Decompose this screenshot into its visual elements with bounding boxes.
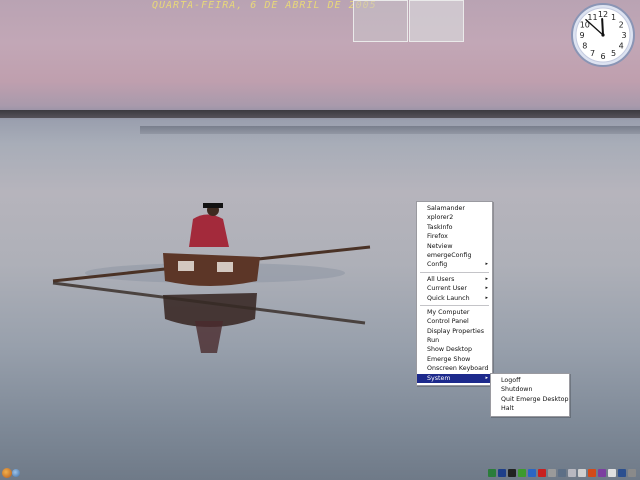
- submenu-arrow-icon: ▸: [485, 294, 488, 301]
- star-icon[interactable]: [578, 469, 586, 477]
- clock-numeral: 5: [611, 49, 616, 58]
- menu-item-quit-emerge-desktop[interactable]: Quit Emerge Desktop: [491, 395, 569, 404]
- menu-item-taskinfo[interactable]: TaskInfo: [417, 223, 492, 232]
- speaker-icon[interactable]: [608, 469, 616, 477]
- menu-item-label: Run: [427, 337, 440, 345]
- menu-item-label: Firefox: [427, 233, 448, 241]
- menu-item-firefox[interactable]: Firefox: [417, 232, 492, 241]
- menu-item-logoff[interactable]: Logoff: [491, 376, 569, 385]
- menu-item-quick-launch[interactable]: Quick Launch ▸: [417, 294, 492, 303]
- menu-item-label: Emerge Show: [427, 355, 471, 363]
- menu-item-salamander[interactable]: Salamander: [417, 204, 492, 213]
- stop-icon[interactable]: [538, 469, 546, 477]
- analog-clock: 12 1234567891011: [571, 3, 635, 67]
- network-icon[interactable]: [528, 469, 536, 477]
- menu-item-system[interactable]: System ▸: [417, 373, 492, 384]
- menu-separator: [420, 304, 489, 306]
- clock-numeral: 9: [579, 31, 584, 40]
- menu-item-netview[interactable]: Netview: [417, 242, 492, 251]
- menu-item-shutdown[interactable]: Shutdown: [491, 385, 569, 394]
- menu-item-label: My Computer: [427, 308, 470, 316]
- taskbar: [0, 466, 640, 480]
- globe-icon[interactable]: [498, 469, 506, 477]
- date-display: QUARTA-FEIRA, 6 DE ABRIL DE 2005: [152, 0, 377, 11]
- window-icon[interactable]: [618, 469, 626, 477]
- submenu-arrow-icon: ▸: [485, 374, 488, 381]
- menu-item-label: All Users: [427, 275, 455, 283]
- menu-item-display-properties[interactable]: Display Properties: [417, 327, 492, 336]
- system-submenu: Logoff Shutdown Quit Emerge Desktop Halt: [490, 373, 570, 417]
- system-tray: [488, 469, 636, 477]
- menu-item-onscreen-keyboard[interactable]: Onscreen Keyboard: [417, 364, 492, 373]
- monitor-icon[interactable]: [488, 469, 496, 477]
- rowboat-photo: [52, 203, 371, 353]
- start-icon[interactable]: [2, 468, 12, 478]
- menu-item-label: Netview: [427, 242, 453, 250]
- menu-item-config[interactable]: Config ▸: [417, 260, 492, 269]
- menu-item-current-user[interactable]: Current User ▸: [417, 284, 492, 293]
- menu-item-label: Current User: [427, 285, 468, 293]
- clock-numeral: 2: [619, 21, 624, 30]
- clock-numeral: 7: [590, 49, 595, 58]
- menu-item-label: emergeConfig: [427, 251, 472, 259]
- menu-item-run[interactable]: Run: [417, 336, 492, 345]
- clock-numeral: 11: [587, 13, 597, 22]
- menu-item-emergeconfig[interactable]: emergeConfig: [417, 251, 492, 260]
- desktop-pager[interactable]: [353, 0, 464, 42]
- pager-desktop-1[interactable]: [353, 0, 408, 42]
- horizon-shoreline: [0, 110, 640, 118]
- menu-item-label: System: [427, 374, 451, 382]
- menu-item-label: Salamander: [427, 205, 465, 212]
- clock-numeral: 6: [600, 52, 605, 61]
- leaf-icon[interactable]: [518, 469, 526, 477]
- menu-item-label: Onscreen Keyboard: [427, 365, 489, 373]
- menu-item-emerge-show[interactable]: Emerge Show: [417, 355, 492, 364]
- menu-separator: [420, 271, 489, 273]
- submenu-arrow-icon: ▸: [485, 275, 488, 282]
- menu-item-xplorer2[interactable]: xplorer2: [417, 213, 492, 222]
- menu-item-label: Quick Launch: [427, 294, 470, 302]
- submenu-arrow-icon: ▸: [485, 285, 488, 292]
- volume-icon[interactable]: [628, 469, 636, 477]
- bell-icon[interactable]: [598, 469, 606, 477]
- fire-icon[interactable]: [588, 469, 596, 477]
- menu-item-label: Show Desktop: [427, 346, 472, 354]
- clock-numeral: 3: [621, 31, 626, 40]
- clock-numeral: 8: [582, 42, 587, 51]
- menu-item-label: Display Properties: [427, 327, 485, 335]
- clock-hour-hand: [601, 18, 604, 36]
- menu-item-label: TaskInfo: [427, 223, 453, 231]
- menu-item-label: xplorer2: [427, 214, 454, 222]
- menu-item-all-users[interactable]: All Users ▸: [417, 275, 492, 284]
- user-icon[interactable]: [12, 469, 20, 477]
- terminal-icon[interactable]: [508, 469, 516, 477]
- menu-item-show-desktop[interactable]: Show Desktop: [417, 345, 492, 354]
- start-menu: Salamander xplorer2 TaskInfo Firefox Netview…: [416, 201, 493, 387]
- menu-item-halt[interactable]: Halt: [491, 404, 569, 413]
- cd-icon[interactable]: [568, 469, 576, 477]
- disk-icon[interactable]: [558, 469, 566, 477]
- menu-item-my-computer[interactable]: My Computer: [417, 308, 492, 317]
- clock-numeral: 12: [598, 10, 608, 19]
- submenu-arrow-icon: ▸: [485, 261, 488, 268]
- menu-item-label: Control Panel: [427, 318, 469, 326]
- pager-desktop-2[interactable]: [409, 0, 464, 42]
- clock-numeral: 4: [619, 42, 624, 51]
- folder-icon[interactable]: [548, 469, 556, 477]
- menu-item-control-panel[interactable]: Control Panel: [417, 317, 492, 326]
- menu-item-label: Config: [427, 261, 448, 269]
- far-shore: [140, 126, 640, 134]
- clock-numeral: 1: [611, 13, 616, 22]
